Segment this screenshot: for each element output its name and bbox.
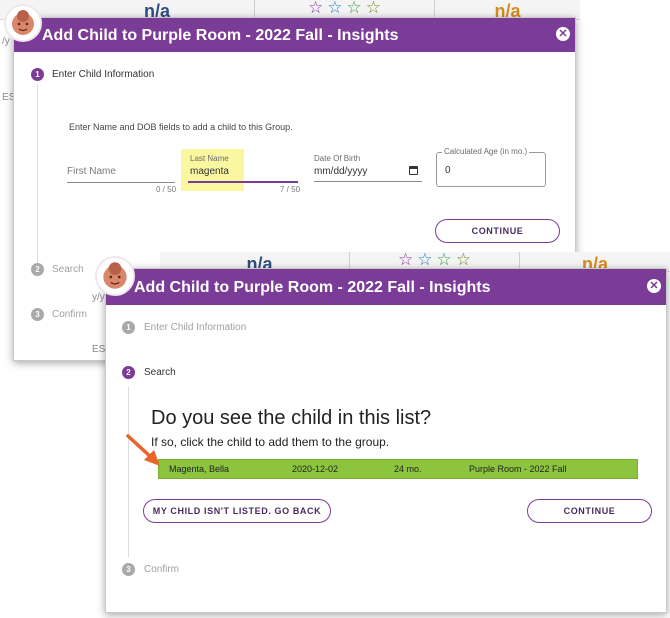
first-name-placeholder: First Name (67, 166, 116, 177)
first-name-underline (67, 182, 175, 183)
first-name-counter: 0 / 50 (156, 185, 177, 194)
result-child-name: Magenta, Bella (169, 464, 230, 474)
annotation-arrow-icon (126, 434, 160, 466)
step-label-confirm: Confirm (52, 309, 88, 320)
step-number: 2 (122, 366, 135, 379)
close-icon[interactable]: ✕ (647, 279, 661, 293)
dob-underline (314, 181, 422, 182)
app-logo (95, 256, 135, 296)
background-fragment: /y (2, 36, 10, 47)
modal-title: Add Child to Purple Room - 2022 Fall - I… (42, 27, 399, 44)
dob-field[interactable]: Date Of Birth mm/dd/yyyy (314, 152, 424, 192)
last-name-value: magenta (190, 166, 229, 177)
continue-button[interactable]: CONTINUE (435, 219, 560, 243)
calendar-icon[interactable] (409, 166, 418, 175)
search-result-row[interactable]: Magenta, Bella 2020-12-02 24 mo. Purple … (158, 459, 638, 479)
first-name-field[interactable]: First Name 0 / 50 (67, 158, 177, 198)
star-icon: ☆ (436, 252, 452, 269)
rating-stars: ☆ ☆ ☆ ☆ (398, 252, 471, 269)
child-face-icon (6, 6, 40, 40)
step-number: 1 (31, 68, 44, 81)
add-child-modal-step2: Add Child to Purple Room - 2022 Fall - I… (105, 268, 667, 613)
background-fragment: y/y (92, 292, 105, 303)
step-number: 3 (122, 563, 135, 576)
last-name-counter: 7 / 50 (280, 185, 301, 194)
app-logo (4, 4, 42, 42)
star-icon: ☆ (308, 0, 324, 17)
step-label-search: Search (144, 367, 176, 378)
step-number: 1 (122, 321, 135, 334)
star-icon: ☆ (417, 252, 433, 269)
step-number: 3 (31, 308, 44, 321)
calculated-age-input: Calculated Age (in mo.) 0 (436, 147, 546, 187)
calculated-age-label: Calculated Age (in mo.) (442, 147, 530, 156)
stepper-line (37, 84, 38, 264)
result-child-age: 24 mo. (394, 464, 422, 474)
last-name-underline (188, 181, 298, 183)
rating-stars: ☆ ☆ ☆ ☆ (308, 0, 381, 17)
calculated-age-value: 0 (445, 165, 451, 176)
modal-header: Add Child to Purple Room - 2022 Fall - I… (106, 269, 666, 305)
background-fragment: ES (92, 344, 106, 355)
star-icon: ☆ (327, 0, 343, 17)
result-child-dob: 2020-12-02 (292, 464, 339, 474)
last-name-field[interactable]: Last Name magenta 7 / 50 (188, 152, 300, 198)
star-icon: ☆ (365, 0, 381, 17)
child-face-icon (97, 258, 133, 294)
continue-button[interactable]: CONTINUE (527, 499, 652, 523)
step-label-confirm: Confirm (144, 564, 180, 575)
step-label-search: Search (52, 264, 84, 275)
dob-placeholder: mm/dd/yyyy (314, 166, 368, 177)
star-icon: ☆ (455, 252, 471, 269)
star-icon: ☆ (398, 252, 414, 269)
step-number: 2 (31, 263, 44, 276)
dob-label: Date Of Birth (314, 154, 361, 163)
last-name-label: Last Name (190, 154, 229, 163)
star-icon: ☆ (346, 0, 362, 17)
search-subtext: If so, click the child to add them to th… (151, 435, 390, 449)
result-child-room: Purple Room - 2022 Fall (469, 464, 567, 474)
stepper-line (128, 387, 129, 557)
search-question-heading: Do you see the child in this list? (151, 407, 432, 429)
instructions-text: Enter Name and DOB fields to add a child… (69, 122, 293, 132)
step-label-enter-info: Enter Child Information (52, 69, 155, 80)
child-not-listed-button[interactable]: MY CHILD ISN'T LISTED. GO BACK (143, 499, 331, 523)
step-label-enter-info: Enter Child Information (144, 322, 247, 333)
close-icon[interactable]: ✕ (556, 27, 570, 41)
modal-title: Add Child to Purple Room - 2022 Fall - I… (134, 279, 491, 296)
modal-header: Add Child to Purple Room - 2022 Fall - I… (14, 18, 575, 52)
